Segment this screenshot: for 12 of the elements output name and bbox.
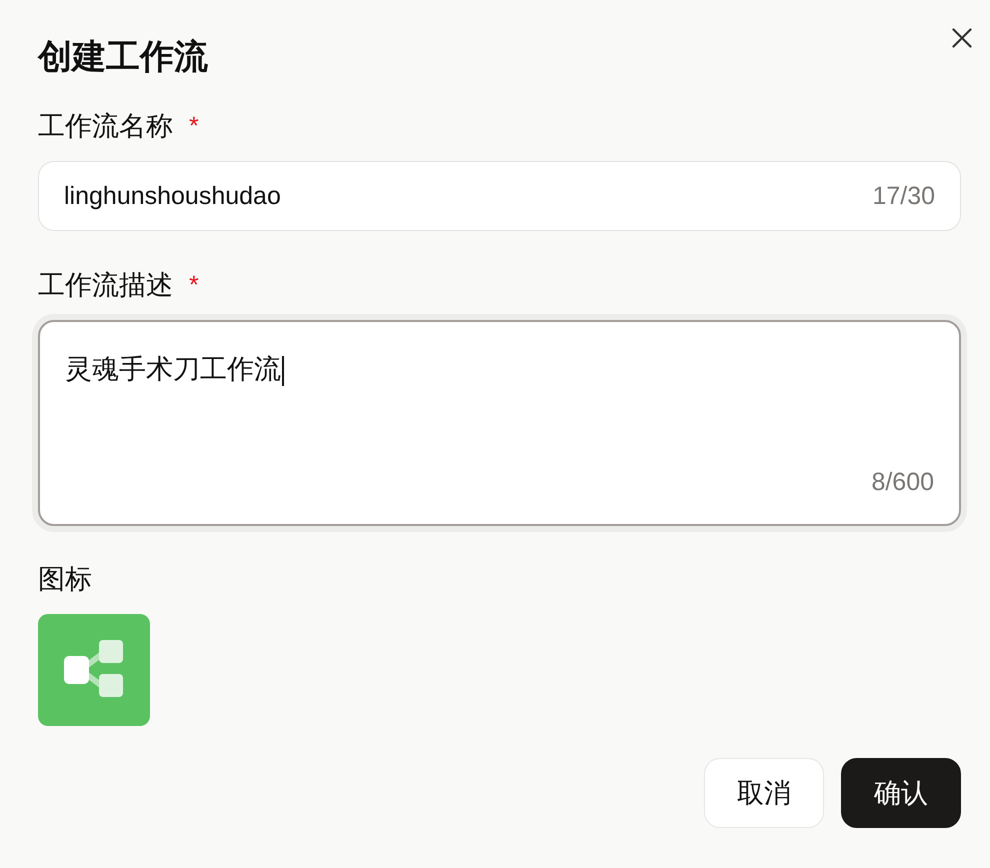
char-counter: 8/600 [871,467,934,498]
field-label: 图标 [38,563,92,596]
required-asterisk: * [189,270,199,301]
confirm-button[interactable]: 确认 [841,758,961,828]
text-input[interactable]: linghunshoushudao 17/30 [38,161,961,231]
char-counter: 17/30 [872,181,935,212]
required-asterisk: * [189,111,199,142]
dialog-title: 创建工作流 [38,37,208,77]
cancel-button[interactable]: 取消 [704,758,824,828]
field-label: 工作流名称 [38,110,173,143]
close-icon[interactable] [952,28,972,48]
field-label: 工作流描述 [38,269,173,302]
